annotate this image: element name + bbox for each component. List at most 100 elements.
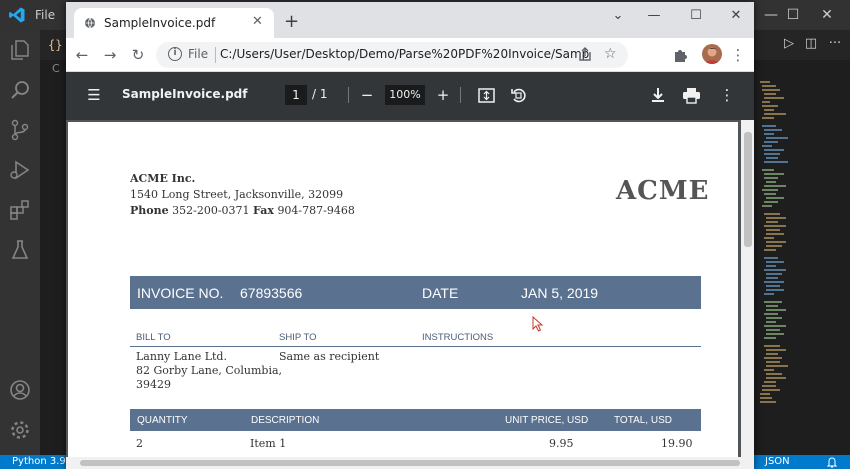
total-pages: 1 (319, 87, 328, 101)
new-tab-icon[interactable]: + (284, 11, 299, 32)
page-separator: / (312, 87, 317, 101)
run-file-icon[interactable]: ▷ (780, 36, 798, 54)
explorer-icon[interactable] (8, 38, 32, 62)
col-unit-price: UNIT PRICE, USD (505, 415, 589, 426)
rotate-icon[interactable] (509, 86, 527, 104)
notifications-bell-icon[interactable] (826, 456, 838, 468)
company-contact: Phone 352-200-0371 Fax 904-787-9468 (130, 204, 355, 217)
items-table-header: QUANTITY DESCRIPTION UNIT PRICE, USD TOT… (130, 409, 701, 431)
col-description: DESCRIPTION (251, 415, 320, 426)
page-count: / 1 (312, 87, 328, 101)
extensions-puzzle-icon[interactable] (672, 46, 690, 64)
zoom-out-icon[interactable]: − (357, 85, 377, 105)
company-name: ACME Inc. (130, 172, 196, 185)
source-control-icon[interactable] (8, 118, 32, 142)
zoom-in-icon[interactable]: + (433, 85, 453, 105)
url-text[interactable]: C:/Users/User/Desktop/Demo/Parse%20PDF%2… (220, 47, 590, 61)
info-icon[interactable]: i (168, 47, 182, 61)
print-icon[interactable] (682, 86, 701, 104)
search-icon[interactable] (8, 78, 32, 102)
cell-description: Item 1 (250, 437, 287, 450)
fit-to-page-icon[interactable] (478, 87, 495, 104)
ship-to-label: SHIP TO (279, 332, 317, 343)
pdf-vertical-scrollbar[interactable] (741, 120, 754, 457)
run-debug-icon[interactable] (8, 158, 32, 182)
toolbar-divider (348, 87, 349, 103)
invoice-header-bar: INVOICE NO. 67893566 DATE JAN 5, 2019 (130, 276, 701, 309)
tab-title: SampleInvoice.pdf (104, 16, 216, 30)
fax-label: Fax (253, 204, 274, 217)
pdf-horizontal-scrollbar[interactable] (66, 457, 754, 469)
instructions-label: INSTRUCTIONS (422, 332, 494, 343)
cell-total: 19.90 (661, 437, 693, 450)
omnibox-scheme: File (188, 47, 209, 61)
mouse-cursor-icon (532, 316, 544, 332)
cell-unit-price: 9.95 (549, 437, 574, 450)
col-quantity: QUANTITY (137, 415, 188, 426)
profile-avatar[interactable] (702, 44, 722, 64)
pdf-more-icon[interactable]: ⋮ (717, 85, 737, 105)
zoom-level-input[interactable]: 100% (385, 85, 425, 105)
share-icon[interactable] (578, 46, 592, 62)
chevron-down-icon[interactable]: ⌄ (608, 8, 628, 23)
invoice-no-value: 67893566 (240, 285, 303, 301)
testing-flask-icon[interactable] (8, 238, 32, 262)
company-logo: ACME (616, 176, 710, 206)
vscode-minimize-icon[interactable]: — (760, 4, 782, 26)
invoice-no-label: INVOICE NO. (137, 285, 224, 301)
pdf-toolbar: ☰ SampleInvoice.pdf 1 / 1 − 100% + ⋮ (66, 72, 754, 120)
settings-gear-icon[interactable] (8, 418, 32, 442)
omnibox-divider (215, 47, 216, 63)
language-mode-status[interactable]: JSON (765, 456, 790, 467)
hamburger-menu-icon[interactable]: ☰ (84, 85, 104, 105)
fax-value: 904-787-9468 (277, 204, 355, 217)
vertical-scroll-thumb[interactable] (744, 132, 752, 247)
bill-to-address-line1: 82 Gorby Lane, Columbia, (136, 364, 283, 377)
bookmark-star-icon[interactable]: ☆ (604, 46, 617, 62)
download-icon[interactable] (649, 86, 667, 104)
minimize-icon[interactable]: — (644, 8, 664, 23)
more-actions-icon[interactable]: ··· (826, 36, 844, 54)
toolbar-divider (460, 87, 461, 103)
vscode-close-icon[interactable]: ✕ (816, 4, 838, 26)
browser-window: SampleInvoice.pdf ✕ + ⌄ — ☐ ✕ ← → ↻ i Fi… (66, 2, 754, 469)
forward-arrow-icon[interactable]: → (100, 45, 120, 65)
pdf-page: ACME Inc. 1540 Long Street, Jacksonville… (68, 122, 738, 462)
vscode-logo-icon (9, 7, 25, 23)
phone-label: Phone (130, 204, 169, 217)
company-address: 1540 Long Street, Jacksonville, 32099 (130, 188, 344, 201)
activity-bar (0, 30, 40, 455)
ship-to-value: Same as recipient (279, 350, 380, 363)
kebab-menu-icon[interactable]: ⋮ (728, 45, 748, 65)
bill-to-address-line2: 39429 (136, 378, 171, 391)
pdf-document-area[interactable]: ACME Inc. 1540 Long Street, Jacksonville… (66, 120, 754, 462)
globe-icon (85, 17, 95, 29)
maximize-icon[interactable]: ☐ (686, 8, 706, 23)
table-row: 2 Item 1 9.95 19.90 (130, 437, 701, 453)
vscode-maximize-icon[interactable]: ☐ (782, 4, 804, 26)
extensions-icon[interactable] (8, 198, 32, 222)
menu-file[interactable]: File (35, 8, 55, 22)
close-window-icon[interactable]: ✕ (726, 8, 746, 23)
reload-icon[interactable]: ↻ (128, 45, 148, 65)
address-bar[interactable]: i File C:/Users/User/Desktop/Demo/Parse%… (156, 42, 628, 68)
editor-tab-json-icon[interactable]: {} (48, 38, 62, 52)
section-divider (130, 346, 701, 347)
account-icon[interactable] (8, 378, 32, 402)
code-fragment: C (52, 62, 60, 75)
browser-tab[interactable]: SampleInvoice.pdf ✕ (74, 8, 274, 38)
tab-close-icon[interactable]: ✕ (252, 14, 263, 29)
horizontal-scroll-thumb[interactable] (80, 460, 740, 466)
date-value: JAN 5, 2019 (521, 285, 599, 301)
bill-to-name: Lanny Lane Ltd. (136, 350, 227, 363)
date-label: DATE (422, 285, 459, 301)
split-editor-icon[interactable]: ◫ (802, 36, 820, 54)
page-number-input[interactable]: 1 (285, 85, 307, 105)
phone-value: 352-200-0371 (172, 204, 250, 217)
cell-quantity: 2 (136, 437, 143, 450)
bill-to-label: BILL TO (136, 332, 171, 343)
bill-to-block: Lanny Lane Ltd. 82 Gorby Lane, Columbia,… (136, 350, 282, 392)
minimap[interactable] (758, 80, 806, 420)
back-arrow-icon[interactable]: ← (72, 45, 92, 65)
col-total: TOTAL, USD (614, 415, 672, 426)
